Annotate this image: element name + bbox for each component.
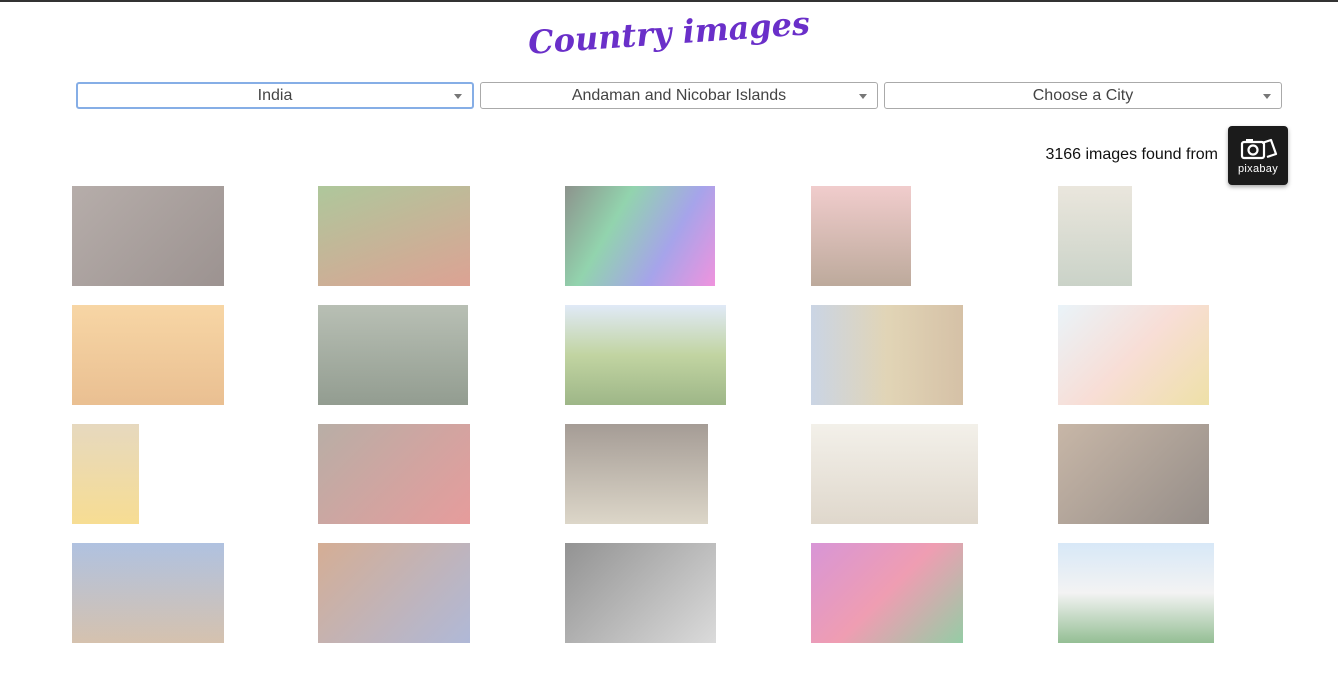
gallery-image-holi-festival[interactable] bbox=[811, 543, 963, 643]
city-select-value: Choose a City bbox=[1032, 86, 1134, 104]
gallery-image-color-powder-cones[interactable] bbox=[565, 186, 715, 286]
gallery-image-elder-woman-portrait[interactable] bbox=[1058, 424, 1209, 524]
gallery-image-woman-yellow-sari[interactable] bbox=[72, 424, 139, 524]
gallery-image-two-children[interactable] bbox=[318, 424, 470, 524]
chevron-down-icon bbox=[454, 93, 462, 99]
chevron-down-icon bbox=[859, 93, 867, 99]
gallery-image-woman-veiled-bw[interactable] bbox=[565, 543, 716, 643]
region-select[interactable]: Andaman and Nicobar Islands bbox=[480, 82, 878, 109]
gallery-image-old-man-turban[interactable] bbox=[811, 186, 911, 286]
pixabay-logo[interactable]: pixabay bbox=[1228, 126, 1288, 185]
results-count: 3166 images found from bbox=[1045, 146, 1218, 163]
gallery-image-tea-picker-woman[interactable] bbox=[318, 186, 470, 286]
gallery-image-man-blue-wall[interactable] bbox=[72, 543, 224, 643]
gallery-image-misty-taj-mahal[interactable] bbox=[811, 424, 978, 524]
camera-icon bbox=[1240, 138, 1278, 160]
gallery-image-river-sunset-boats[interactable] bbox=[72, 305, 224, 405]
gallery-image-henna-hands[interactable] bbox=[72, 186, 224, 286]
gallery-image-dancer-archway[interactable] bbox=[565, 424, 708, 524]
gallery-image-taj-mahal-reflection[interactable] bbox=[1058, 186, 1132, 286]
chevron-down-icon bbox=[1263, 93, 1271, 99]
gallery-image-taj-mahal-garden[interactable] bbox=[1058, 543, 1214, 643]
gallery-image-elephant-forest[interactable] bbox=[318, 305, 468, 405]
gallery-image-green-hills[interactable] bbox=[565, 305, 726, 405]
gallery-image-girl-painted-hands[interactable] bbox=[1058, 305, 1209, 405]
region-select-value: Andaman and Nicobar Islands bbox=[571, 86, 787, 104]
country-select[interactable]: India bbox=[76, 82, 474, 109]
gallery-image-boy-reading-book[interactable] bbox=[318, 543, 470, 643]
city-select[interactable]: Choose a City bbox=[884, 82, 1282, 109]
gallery-image-weathered-wall[interactable] bbox=[811, 305, 963, 405]
pixabay-label: pixabay bbox=[1237, 163, 1278, 175]
country-select-value: India bbox=[257, 86, 293, 104]
